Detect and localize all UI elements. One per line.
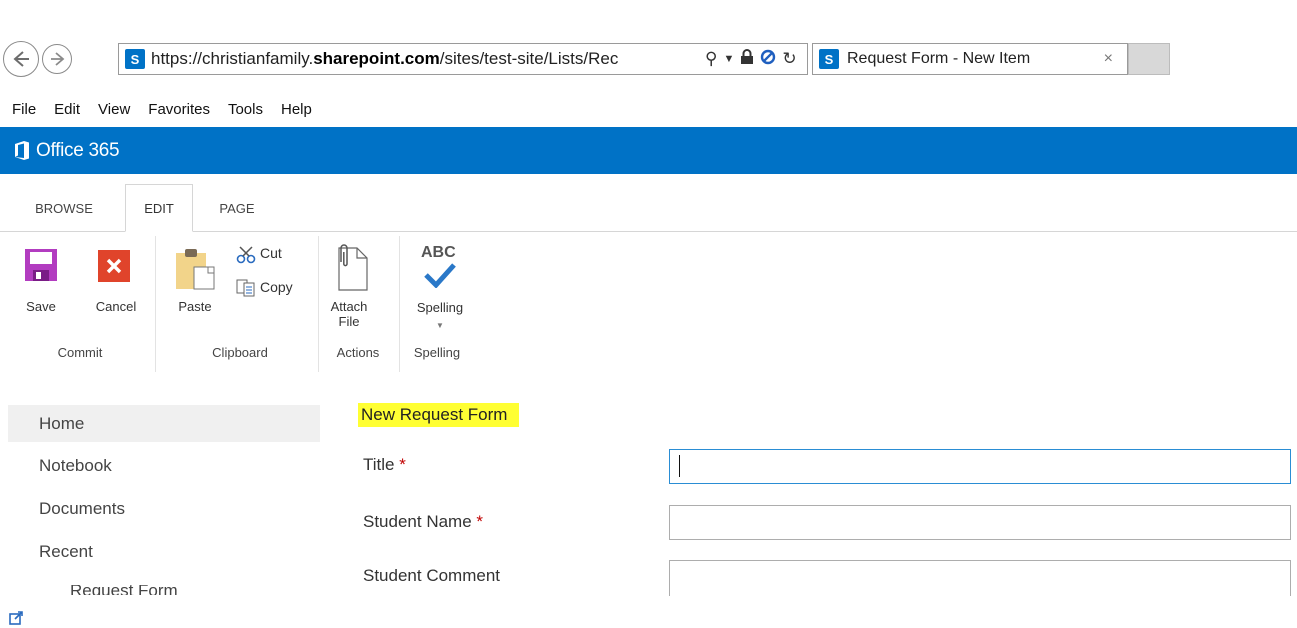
address-bar[interactable]: S https://christianfamily.sharepoint.com… bbox=[118, 43, 808, 75]
student-name-input[interactable] bbox=[669, 505, 1291, 540]
group-label-commit: Commit bbox=[57, 345, 103, 360]
forward-button[interactable] bbox=[42, 44, 72, 74]
checkmark-icon bbox=[424, 263, 456, 288]
nav-home[interactable]: Home bbox=[8, 405, 320, 442]
tab-title: Request Form - New Item bbox=[847, 50, 1031, 67]
office-logo-icon[interactable] bbox=[15, 141, 29, 160]
new-tab-button[interactable] bbox=[1128, 43, 1170, 75]
save-button[interactable]: Save bbox=[18, 245, 64, 325]
required-indicator: * bbox=[399, 455, 406, 474]
ribbon-separator bbox=[399, 236, 400, 372]
menu-tools[interactable]: Tools bbox=[219, 97, 272, 125]
menu-favorites[interactable]: Favorites bbox=[139, 97, 219, 125]
attach-file-button[interactable]: Attach File bbox=[326, 242, 372, 334]
save-disk-icon bbox=[25, 249, 57, 281]
dropdown-arrow-icon[interactable]: ▼ bbox=[723, 53, 734, 65]
forward-arrow-icon bbox=[51, 52, 65, 66]
tab-browse[interactable]: BROWSE bbox=[8, 184, 120, 232]
tab-page[interactable]: PAGE bbox=[199, 184, 275, 232]
title-field-label: Title * bbox=[363, 455, 406, 474]
nav-request-form[interactable]: Request Form bbox=[70, 585, 178, 595]
cancel-button[interactable]: Cancel bbox=[88, 245, 144, 325]
copy-pages-icon bbox=[236, 279, 255, 297]
group-label-actions: Actions bbox=[336, 345, 380, 360]
browser-tab-request-form[interactable]: S Request Form - New Item × bbox=[812, 43, 1128, 75]
group-label-spelling: Spelling bbox=[413, 345, 461, 360]
menu-edit[interactable]: Edit bbox=[45, 97, 89, 125]
tracking-protection-icon[interactable] bbox=[760, 49, 776, 70]
copy-label: Copy bbox=[260, 279, 293, 295]
spelling-dropdown-icon[interactable]: ▼ bbox=[408, 318, 472, 333]
form-heading: New Request Form bbox=[358, 403, 520, 427]
refresh-icon[interactable]: ↻ bbox=[782, 49, 796, 69]
cancel-x-icon bbox=[98, 250, 130, 282]
open-in-new-window-icon[interactable] bbox=[9, 611, 23, 625]
ribbon-separator bbox=[318, 236, 319, 372]
browser-menu-bar: File Edit View Favorites Tools Help bbox=[0, 97, 321, 125]
paste-button[interactable]: Paste bbox=[168, 245, 222, 325]
title-input[interactable] bbox=[669, 449, 1291, 484]
office365-suite-bar: Office 365 bbox=[0, 127, 1297, 174]
ribbon-separator bbox=[155, 236, 156, 372]
cut-button[interactable]: Cut bbox=[236, 244, 306, 266]
sharepoint-site-icon: S bbox=[125, 49, 145, 69]
url-text[interactable]: https://christianfamily.sharepoint.com/s… bbox=[151, 49, 699, 69]
save-label: Save bbox=[26, 299, 56, 314]
lock-icon[interactable] bbox=[740, 48, 754, 70]
clipboard-paste-icon bbox=[176, 249, 215, 290]
cancel-label: Cancel bbox=[95, 299, 137, 314]
spelling-abc-icon: ABC bbox=[421, 244, 456, 261]
nav-recent-subitem-clip: Request Form bbox=[8, 585, 320, 595]
back-button[interactable] bbox=[3, 41, 39, 77]
spelling-label: Spelling bbox=[416, 300, 464, 315]
attach-paperclip-icon bbox=[338, 244, 368, 291]
student-comment-input[interactable] bbox=[669, 560, 1291, 596]
cut-label: Cut bbox=[260, 245, 282, 261]
paste-label: Paste bbox=[178, 299, 212, 314]
spelling-button[interactable]: ABC Spelling ▼ bbox=[408, 242, 472, 334]
required-indicator: * bbox=[476, 512, 484, 531]
search-icon[interactable]: ⚲ bbox=[705, 49, 717, 69]
student-comment-field-label: Student Comment bbox=[363, 566, 501, 585]
tab-edit[interactable]: EDIT bbox=[125, 184, 193, 232]
menu-help[interactable]: Help bbox=[272, 97, 321, 125]
nav-recent[interactable]: Recent bbox=[8, 533, 320, 570]
sharepoint-tab-icon: S bbox=[819, 49, 839, 69]
group-label-clipboard: Clipboard bbox=[212, 345, 268, 360]
ribbon-tab-strip: BROWSE EDIT PAGE bbox=[0, 184, 1297, 232]
attach-label-line2: File bbox=[338, 314, 360, 329]
menu-file[interactable]: File bbox=[0, 97, 45, 125]
suite-bar-title[interactable]: Office 365 bbox=[36, 140, 120, 162]
copy-button[interactable]: Copy bbox=[236, 278, 306, 300]
scissors-icon bbox=[236, 246, 256, 264]
nav-notebook[interactable]: Notebook bbox=[8, 447, 320, 484]
nav-documents[interactable]: Documents bbox=[8, 490, 320, 527]
menu-view[interactable]: View bbox=[89, 97, 139, 125]
attach-label-line1: Attach bbox=[330, 299, 368, 314]
student-comment-clip bbox=[669, 560, 1291, 596]
text-caret bbox=[679, 455, 680, 477]
back-arrow-icon bbox=[13, 51, 29, 67]
student-name-field-label: Student Name * bbox=[363, 512, 484, 531]
close-tab-icon[interactable]: × bbox=[1104, 50, 1113, 68]
